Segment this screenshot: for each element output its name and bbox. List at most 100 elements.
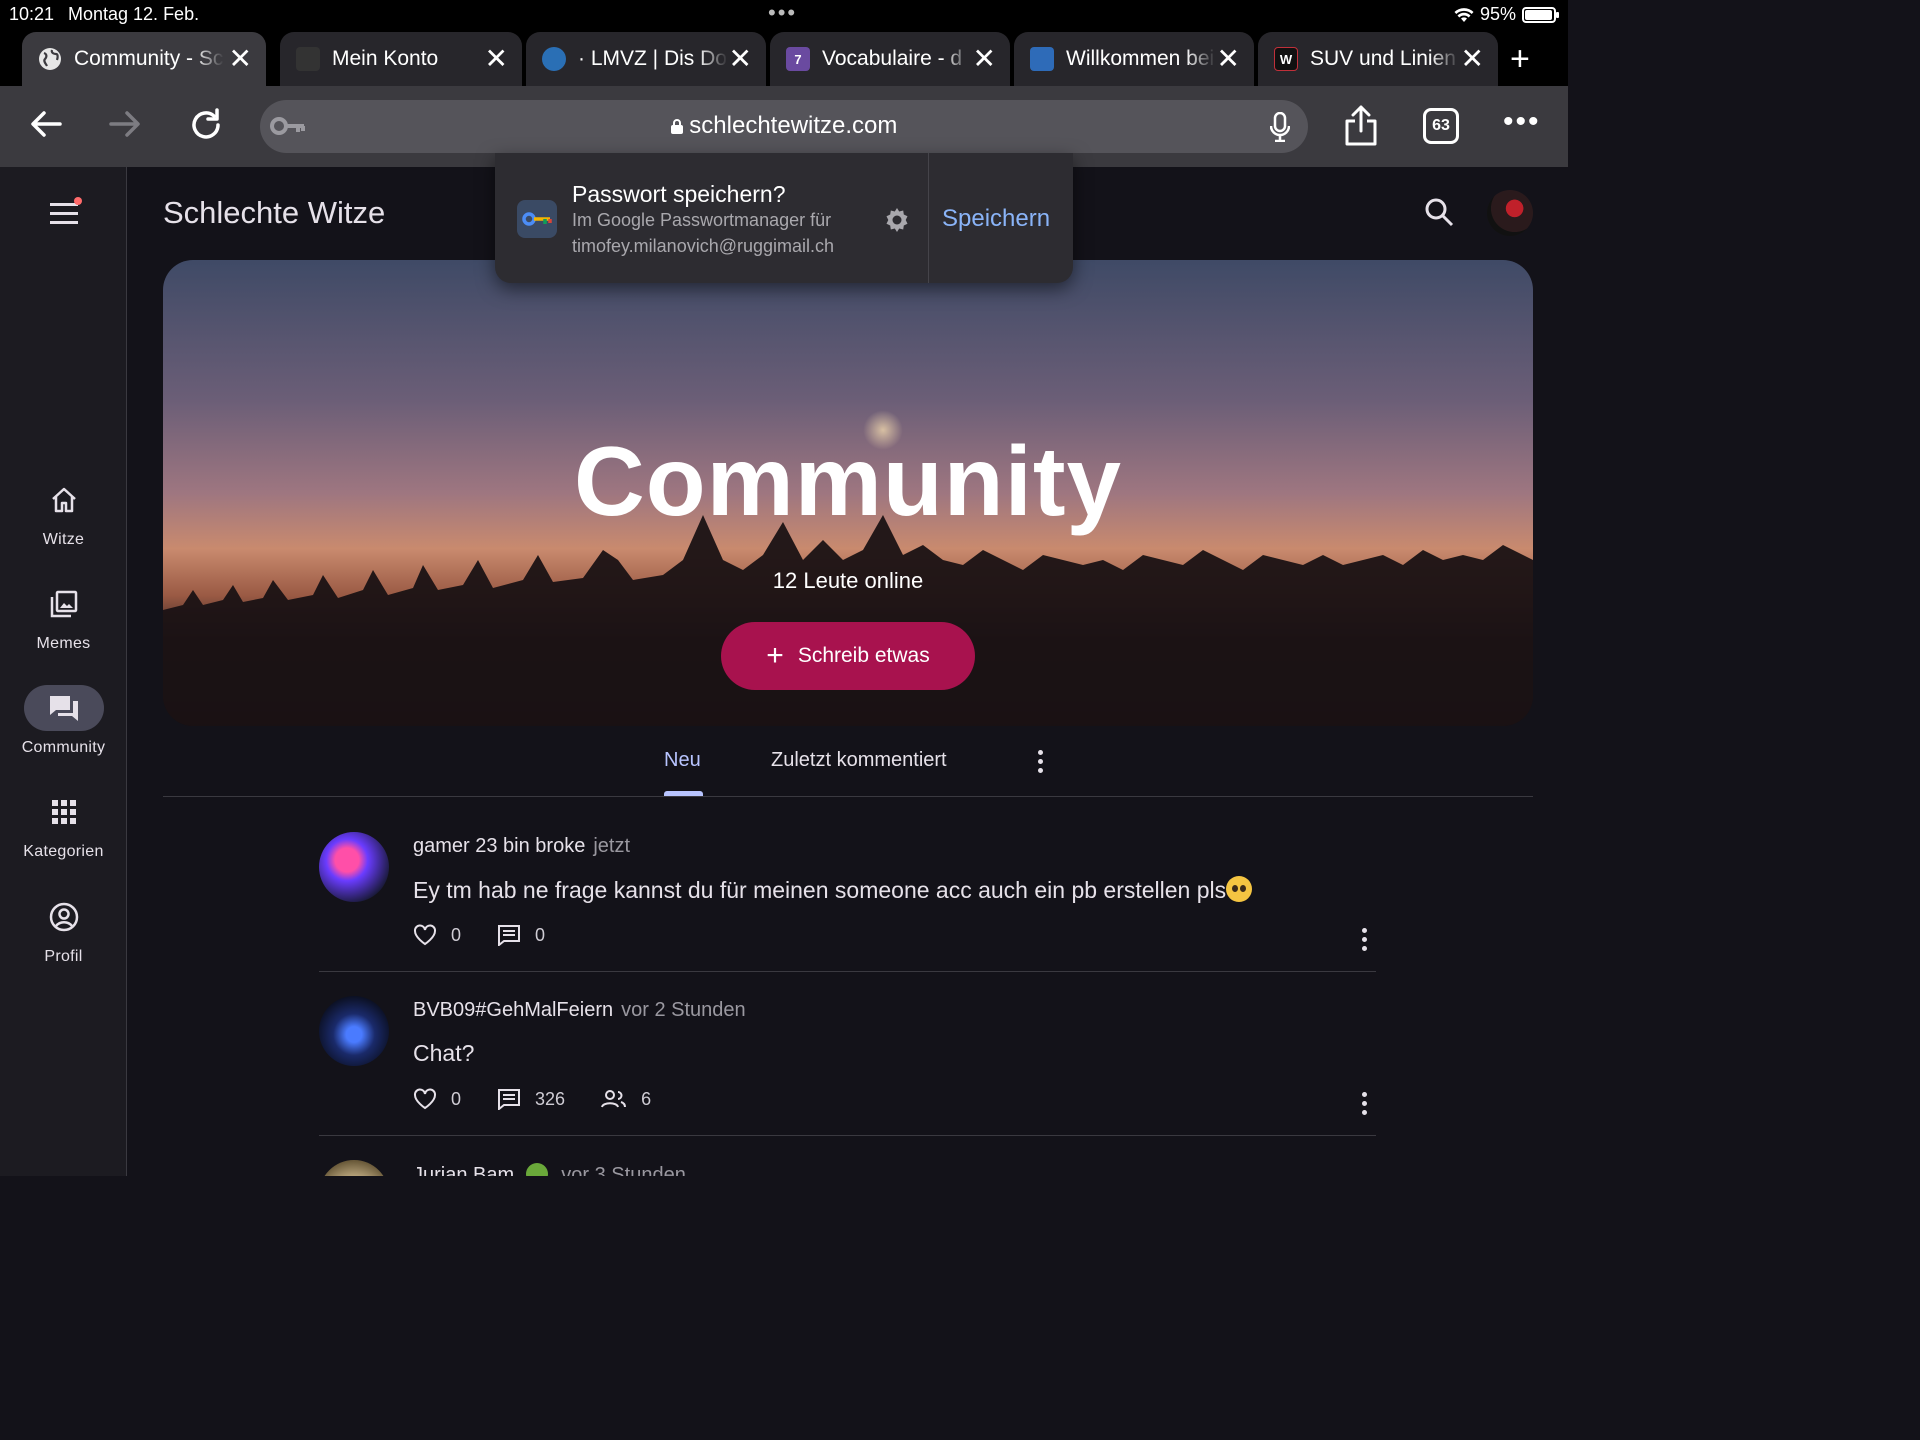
nav-item-profil[interactable]: Profil [0, 894, 127, 966]
gear-icon[interactable] [882, 205, 912, 240]
tab-zuletzt-kommentiert[interactable]: Zuletzt kommentiert [771, 749, 947, 772]
author-avatar[interactable] [319, 832, 389, 902]
post-text-content: Ey tm hab ne frage kannst du für meinen … [413, 877, 1227, 903]
status-date: Montag 12. Feb. [68, 4, 200, 24]
tab-title: Mein Konto [332, 47, 439, 70]
site-title[interactable]: Schlechte Witze [163, 195, 385, 231]
author-avatar[interactable] [319, 996, 389, 1066]
comment-count: 0 [535, 924, 546, 945]
people-icon [601, 1090, 627, 1108]
tab-title: SUV und Linien [1310, 47, 1456, 70]
nav-label: Witze [42, 531, 85, 548]
url-text: schlechtewitze.com [689, 112, 898, 139]
menu-icon[interactable] [50, 203, 78, 230]
post-author-line: gamer 23 bin broke jetzt [413, 835, 630, 858]
w-favicon-icon: W [1274, 47, 1298, 71]
tab-title: Willkommen bei [1066, 47, 1215, 70]
like-count: 0 [451, 1088, 462, 1109]
home-icon [24, 477, 104, 523]
close-tab-icon[interactable]: ✕ [729, 45, 752, 73]
close-tab-icon[interactable]: ✕ [485, 45, 508, 73]
post-item[interactable]: Jurian Bam vor 3 Stunden [319, 1160, 1376, 1176]
password-manager-key-icon [517, 200, 557, 238]
side-navigation: Witze Memes Community Kategorien Profil [0, 167, 127, 1176]
heart-icon [414, 1088, 436, 1110]
nav-item-witze[interactable]: Witze [0, 477, 127, 549]
post-author-line: BVB09#GehMalFeiern vor 2 Stunden [413, 999, 746, 1022]
post-text: Chat? [413, 1040, 475, 1066]
browser-tab-mein-konto[interactable]: Mein Konto ✕ [280, 32, 522, 86]
browser-tab-suv[interactable]: W SUV und Linien ✕ [1258, 32, 1498, 86]
post-author-line: Jurian Bam vor 3 Stunden [413, 1163, 686, 1176]
multitasking-dots-icon[interactable]: ••• [768, 0, 797, 26]
address-bar[interactable]: schlechtewitze.com [260, 100, 1308, 153]
member-count: 6 [641, 1088, 652, 1109]
close-tab-icon[interactable]: ✕ [1461, 45, 1484, 73]
lock-icon [670, 119, 683, 134]
nav-label: Memes [36, 635, 91, 652]
url-display[interactable]: schlechtewitze.com [260, 112, 1308, 140]
notification-dot [74, 197, 82, 205]
comment-icon [498, 925, 521, 946]
nav-item-kategorien[interactable]: Kategorien [0, 789, 127, 861]
close-tab-icon[interactable]: ✕ [973, 45, 996, 73]
post-divider [319, 1135, 1376, 1136]
comment-button[interactable]: 0 [497, 924, 545, 946]
user-avatar[interactable] [1487, 190, 1533, 236]
close-tab-icon[interactable]: ✕ [1217, 45, 1240, 73]
nav-item-memes[interactable]: Memes [0, 581, 127, 653]
active-tab-indicator [664, 791, 703, 796]
forward-arrow-icon[interactable] [107, 106, 143, 151]
more-options-icon[interactable]: ••• [1503, 102, 1541, 142]
author-avatar[interactable] [319, 1160, 389, 1176]
battery-icon [1522, 6, 1559, 23]
post-more-icon[interactable] [1362, 1092, 1368, 1119]
like-button[interactable]: 0 [413, 924, 461, 946]
post-more-icon[interactable] [1362, 928, 1368, 955]
close-tab-icon[interactable]: ✕ [229, 45, 252, 73]
tab-count-button[interactable]: 63 [1423, 108, 1459, 144]
hero-title: Community [574, 426, 1122, 536]
save-password-popup: Passwort speichern? Im Google Passwortma… [495, 153, 1073, 283]
write-post-button[interactable]: + Schreib etwas [721, 622, 975, 690]
community-hero-banner: Community 12 Leute online + Schreib etwa… [163, 260, 1533, 726]
post-divider [319, 971, 1376, 972]
status-bar: 10:21 Montag 12. Feb. ••• 95% [0, 0, 1568, 28]
nav-label: Profil [44, 948, 83, 965]
comment-button[interactable]: 326 [497, 1088, 565, 1110]
image-icon [24, 581, 104, 627]
browser-tab-strip: Community - Schlechte Witze ✕ Mein Konto… [0, 28, 1568, 86]
reload-icon[interactable] [187, 106, 225, 153]
lmvz-favicon-icon [542, 47, 566, 71]
nav-item-community[interactable]: Community [0, 685, 127, 757]
status-time: 10:21 [9, 4, 55, 24]
post-time: vor 2 Stunden [621, 999, 746, 1021]
post-author[interactable]: Jurian Bam [413, 1164, 514, 1176]
heart-icon [414, 924, 436, 946]
pleading-face-emoji-icon [1226, 876, 1253, 902]
online-count: 12 Leute online [772, 568, 924, 593]
grid-icon [24, 789, 104, 835]
back-arrow-icon[interactable] [28, 106, 64, 151]
post-author[interactable]: BVB09#GehMalFeiern [413, 999, 613, 1021]
feed-more-icon[interactable] [1038, 750, 1044, 777]
microphone-icon[interactable] [1269, 111, 1291, 147]
post-author[interactable]: gamer 23 bin broke [413, 835, 585, 857]
tab-neu[interactable]: Neu [664, 749, 701, 772]
browser-tab-willkommen[interactable]: Willkommen bei ✕ [1014, 32, 1254, 86]
post-time: jetzt [593, 835, 631, 857]
browser-tab-community[interactable]: Community - Schlechte Witze ✕ [22, 32, 266, 86]
like-button[interactable]: 0 [413, 1088, 461, 1110]
popup-account: timofey.milanovich@ruggimail.ch [572, 236, 835, 256]
search-icon[interactable] [1424, 197, 1454, 232]
browser-tab-lmvz[interactable]: · LMVZ | Dis Donc ✕ [526, 32, 766, 86]
wifi-icon [1454, 7, 1474, 22]
browser-tab-vocabulaire[interactable]: 7 Vocabulaire - d ✕ [770, 32, 1010, 86]
share-icon[interactable] [1344, 104, 1378, 155]
comment-icon [498, 1089, 521, 1110]
nav-label: Community [21, 739, 106, 756]
new-tab-plus-icon[interactable]: + [1510, 40, 1530, 79]
post-text: Ey tm hab ne frage kannst du für meinen … [413, 876, 1253, 904]
save-password-button[interactable]: Speichern [942, 205, 1050, 233]
popup-title: Passwort speichern? [572, 181, 786, 207]
